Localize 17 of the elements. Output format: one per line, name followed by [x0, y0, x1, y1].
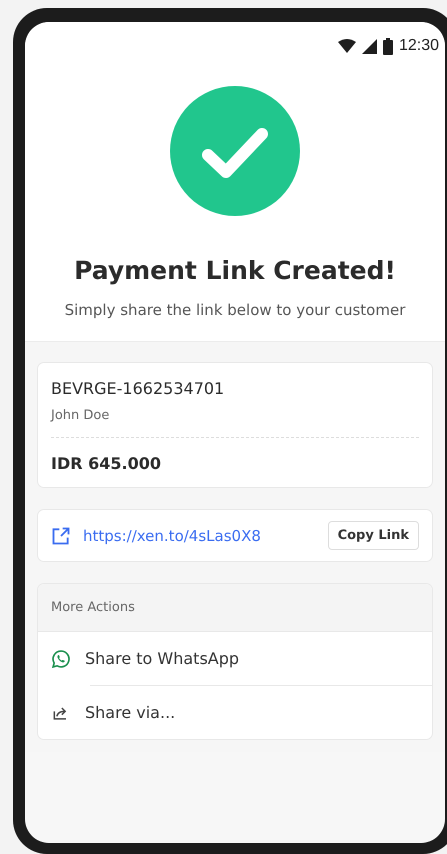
action-item[interactable]: Share to WhatsApp [85, 649, 240, 668]
whatsapp-icon [51, 648, 71, 668]
invoice-amount: IDR 645.000 [51, 454, 162, 473]
invoice-reference: BEVRGE-1662534701 [51, 379, 226, 398]
wifi-icon [338, 39, 356, 53]
action-item[interactable]: Share via... [85, 703, 176, 722]
check-circle-icon [170, 86, 300, 216]
copy-link-button[interactable]: Copy Link [328, 521, 419, 550]
payment-link[interactable]: https://xen.to/4sLas0X8 [83, 526, 316, 544]
customer-name: John Doe [51, 408, 419, 438]
signal-icon [362, 38, 377, 54]
success-subtitle: Simply share the link below to your customer [64, 301, 406, 319]
success-title: Payment Link Created! [74, 256, 396, 285]
external-link-icon[interactable] [51, 526, 71, 546]
more-actions-header: More Actions [38, 584, 432, 632]
battery-icon [382, 38, 393, 54]
status-time: 12:30 [398, 37, 439, 55]
